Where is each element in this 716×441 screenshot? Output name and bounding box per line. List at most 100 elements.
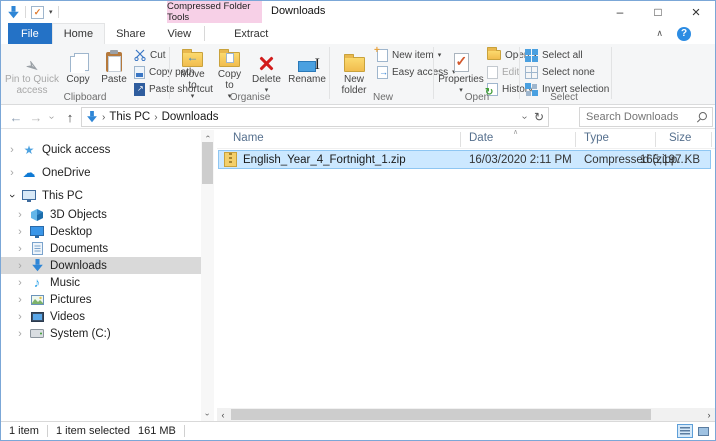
large-icons-view-button[interactable] (695, 424, 711, 438)
sidebar-item-pictures[interactable]: › Pictures (1, 291, 201, 308)
scrollbar-thumb[interactable] (231, 409, 651, 420)
expand-chevron-icon[interactable]: › (15, 260, 25, 272)
sidebar-item-3d-objects[interactable]: › 3D Objects (1, 206, 201, 223)
search-icon[interactable] (696, 111, 708, 123)
titlebar: ✓ ▾ Compressed Folder Tools Downloads – … (1, 1, 715, 23)
sidebar-item-videos[interactable]: › Videos (1, 308, 201, 325)
breadcrumb-downloads[interactable]: Downloads (162, 111, 219, 123)
view-switcher (677, 424, 711, 438)
edit-icon (487, 66, 498, 79)
tab-share[interactable]: Share (105, 23, 156, 44)
forward-icon[interactable]: → (27, 105, 45, 129)
easy-access-icon: → (377, 66, 388, 79)
breadcrumb-chevron-icon[interactable]: › (154, 112, 157, 123)
collapse-chevron-icon[interactable]: › (7, 190, 17, 202)
navigation-pane: › ★ Quick access › ☁ OneDrive › This PC … (1, 130, 201, 408)
file-row-selected[interactable]: English_Year_4_Fortnight_1.zip 16/03/202… (218, 150, 711, 169)
recent-locations-dropdown-icon[interactable]: › (45, 105, 59, 129)
expand-chevron-icon[interactable]: › (15, 226, 25, 238)
this-pc-monitor-icon (21, 189, 37, 203)
scrollbar-thumb[interactable] (202, 142, 213, 184)
scroll-right-icon[interactable]: › (703, 408, 715, 421)
column-divider[interactable] (711, 132, 712, 147)
rename-icon: I (298, 61, 316, 72)
divider (329, 47, 330, 99)
expand-chevron-icon[interactable]: › (15, 243, 25, 255)
sidebar-scrollbar[interactable]: › (201, 130, 214, 408)
collapse-ribbon-icon[interactable]: ∧ (656, 28, 663, 39)
expand-chevron-icon[interactable]: › (15, 328, 25, 340)
select-all-button[interactable]: Select all (525, 47, 583, 63)
sidebar-item-this-pc[interactable]: › This PC (1, 187, 201, 204)
up-icon[interactable]: ↑ (61, 105, 79, 129)
new-item-button[interactable]: + New item▾ (377, 47, 441, 63)
properties-icon: ✓ (454, 53, 469, 72)
tab-view[interactable]: View (156, 23, 202, 44)
edit-button[interactable]: Edit (487, 64, 519, 80)
address-dropdown-icon[interactable]: › (523, 112, 526, 123)
new-item-icon: + (377, 49, 388, 62)
properties-qat-button[interactable]: ✓ (31, 6, 44, 19)
refresh-icon[interactable]: ↻ (534, 110, 544, 124)
column-divider[interactable] (575, 132, 576, 147)
selection-size: 161 MB (138, 425, 176, 437)
maximize-button[interactable]: □ (639, 1, 677, 23)
column-header-date[interactable]: Date (469, 132, 493, 144)
ribbon-tabs: File Home Share View Extract (1, 23, 715, 44)
address-bar[interactable]: › This PC › Downloads › ↻ (81, 107, 549, 127)
close-button[interactable]: × (677, 1, 715, 23)
minimize-button[interactable]: – (601, 1, 639, 23)
search-box (579, 107, 713, 127)
sidebar-item-music[interactable]: › ♪ Music (1, 274, 201, 291)
sidebar-item-quick-access[interactable]: › ★ Quick access (1, 141, 201, 158)
scroll-down-icon[interactable]: › (201, 408, 214, 421)
scroll-left-icon[interactable]: ‹ (217, 408, 229, 421)
new-group-label: New (335, 92, 431, 103)
file-explorer-window: ✓ ▾ Compressed Folder Tools Downloads – … (0, 0, 716, 441)
help-icon[interactable]: ? (677, 27, 691, 41)
downloads-folder-icon (86, 111, 98, 123)
expand-chevron-icon[interactable]: › (15, 277, 25, 289)
selection-count: 1 item selected (56, 425, 130, 437)
file-date: 16/03/2020 2:11 PM (469, 154, 572, 166)
sidebar-item-onedrive[interactable]: › ☁ OneDrive (1, 164, 201, 181)
sidebar-item-system-c[interactable]: › System (C:) (1, 325, 201, 342)
file-size: 165,197 KB (640, 154, 700, 166)
column-divider[interactable] (655, 132, 656, 147)
navigation-bar: ← → › ↑ › This PC › Downloads › ↻ (1, 105, 715, 129)
divider (58, 6, 59, 18)
sidebar-item-desktop[interactable]: › Desktop (1, 223, 201, 240)
scroll-up-icon[interactable]: › (201, 130, 214, 142)
file-name: English_Year_4_Fortnight_1.zip (243, 154, 461, 166)
expand-chevron-icon[interactable]: › (7, 144, 17, 156)
select-none-button[interactable]: Select none (525, 64, 595, 80)
tab-home[interactable]: Home (52, 23, 105, 44)
select-group-label: Select (521, 92, 607, 103)
status-bar: 1 item 1 item selected 161 MB (1, 421, 715, 440)
breadcrumb-this-pc[interactable]: This PC (109, 111, 150, 123)
expand-chevron-icon[interactable]: › (15, 311, 25, 323)
column-header-size[interactable]: Size (669, 132, 691, 144)
tab-file[interactable]: File (8, 23, 52, 44)
expand-chevron-icon[interactable]: › (7, 167, 17, 179)
organise-group-label: Organise (175, 92, 325, 103)
back-icon[interactable]: ← (7, 105, 25, 129)
large-icons-view-icon (698, 427, 709, 436)
expand-chevron-icon[interactable]: › (15, 294, 25, 306)
tab-extract[interactable]: Extract (223, 23, 279, 44)
sidebar-item-documents[interactable]: › Documents (1, 240, 201, 257)
column-header-name[interactable]: Name (233, 132, 264, 144)
customize-qat-dropdown[interactable]: ▾ (49, 8, 53, 16)
file-list-pane: Name ∧ Date Type Size English_Year_4_For… (217, 130, 715, 408)
cut-button[interactable]: Cut (134, 47, 166, 63)
details-view-button[interactable] (677, 424, 693, 438)
copy-path-icon (134, 66, 145, 79)
breadcrumb-chevron-icon[interactable]: › (102, 112, 105, 123)
column-divider[interactable] (460, 132, 461, 147)
column-header-type[interactable]: Type (584, 132, 609, 144)
horizontal-scrollbar[interactable]: ‹ › (217, 408, 715, 421)
desktop-icon (29, 225, 45, 239)
sidebar-item-downloads[interactable]: › Downloads (1, 257, 201, 274)
expand-chevron-icon[interactable]: › (15, 209, 25, 221)
search-input[interactable] (584, 110, 696, 124)
